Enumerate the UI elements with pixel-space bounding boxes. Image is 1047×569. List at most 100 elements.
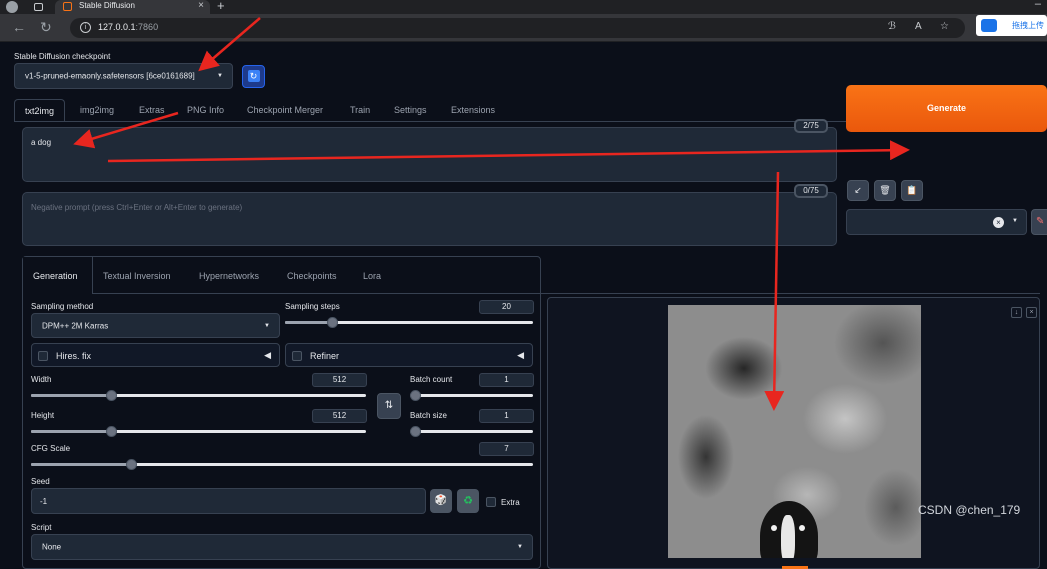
read-aloud-icon[interactable]: A — [915, 21, 922, 32]
cloud-icon — [981, 19, 997, 32]
slider-thumb[interactable] — [126, 459, 137, 470]
cfg-scale-slider[interactable] — [31, 459, 533, 470]
cfg-scale-label: CFG Scale — [31, 444, 71, 453]
slider-thumb[interactable] — [106, 426, 117, 437]
dog-blaze — [781, 515, 795, 558]
script-value: None — [42, 542, 62, 552]
recycle-icon: ♻ — [463, 495, 473, 507]
batch-size-label: Batch size — [410, 411, 447, 420]
batch-size-input[interactable]: 1 — [479, 409, 534, 423]
favorite-star-icon[interactable]: ☆ — [940, 21, 949, 32]
dog-eye — [799, 525, 805, 531]
batch-count-slider[interactable] — [410, 390, 533, 401]
new-tab-button[interactable]: + — [217, 0, 225, 13]
clear-prompt-button[interactable]: 🗑 — [874, 180, 896, 201]
extra-seed-checkbox[interactable] — [486, 497, 496, 507]
dice-icon: 🎲 — [434, 495, 448, 506]
script-dropdown[interactable]: None ▼ — [31, 534, 533, 560]
slider-fill — [285, 321, 332, 324]
refresh-checkpoint-button[interactable]: ↻ — [242, 65, 265, 88]
negative-prompt-input[interactable]: Negative prompt (press Ctrl+Enter or Alt… — [22, 192, 837, 246]
address-bar[interactable]: i 127.0.0.1:7860 ℬ A ☆ — [70, 18, 965, 38]
seed-input[interactable]: -1 — [31, 488, 426, 514]
sampling-steps-input[interactable]: 20 — [479, 300, 534, 314]
slider-thumb[interactable] — [327, 317, 338, 328]
tab-png-info[interactable]: PNG Info — [187, 99, 224, 121]
hires-fix-checkbox[interactable] — [38, 351, 48, 361]
tab-img2img[interactable]: img2img — [80, 99, 114, 121]
tab-train[interactable]: Train — [350, 99, 370, 121]
trash-icon: 🗑 — [879, 185, 891, 195]
apply-styles-button[interactable]: 📋 — [901, 180, 923, 201]
profile-avatar[interactable] — [6, 1, 18, 13]
sub-tabs-divider — [93, 293, 1040, 294]
cfg-scale-input[interactable]: 7 — [479, 442, 534, 456]
info-icon[interactable]: i — [80, 22, 91, 33]
script-label: Script — [31, 523, 52, 532]
generated-dog-image[interactable] — [668, 305, 921, 558]
tab-settings[interactable]: Settings — [394, 99, 427, 121]
reload-icon[interactable]: ↻ — [40, 19, 52, 36]
tab-extras[interactable]: Extras — [139, 99, 165, 121]
refiner-accordion[interactable]: Refiner ◀ — [285, 343, 533, 367]
reuse-seed-button[interactable]: ♻ — [457, 489, 479, 513]
tab-checkpoint-merger[interactable]: Checkpoint Merger — [247, 99, 323, 121]
browser-tab[interactable]: Stable Diffusion × — [55, 0, 210, 14]
tab-title: Stable Diffusion — [79, 1, 135, 10]
styles-dropdown[interactable]: × ▼ — [846, 209, 1027, 235]
batch-count-input[interactable]: 1 — [479, 373, 534, 387]
minimize-icon[interactable]: – — [1035, 0, 1041, 10]
tab-textual-inversion[interactable]: Textual Inversion — [103, 271, 171, 281]
slider-thumb[interactable] — [410, 390, 421, 401]
chevron-down-icon: ▼ — [517, 544, 523, 550]
close-icon[interactable]: × — [198, 0, 204, 11]
refiner-label: Refiner — [310, 351, 340, 361]
tab-hypernetworks[interactable]: Hypernetworks — [199, 271, 259, 281]
prompt-input[interactable]: a dog — [22, 127, 837, 182]
read-params-button[interactable]: ↙ — [847, 180, 869, 201]
close-icon[interactable]: × — [1026, 307, 1037, 318]
slider-fill — [31, 463, 131, 466]
width-input[interactable]: 512 — [312, 373, 367, 387]
slider-thumb[interactable] — [106, 390, 117, 401]
dog-eye — [771, 525, 777, 531]
tab-checkpoints[interactable]: Checkpoints — [287, 271, 337, 281]
sampling-steps-label: Sampling steps — [285, 302, 340, 311]
tab-lora[interactable]: Lora — [363, 271, 381, 281]
chevron-down-icon: ▼ — [1012, 218, 1018, 224]
back-icon[interactable]: ← — [12, 19, 26, 35]
download-icon[interactable]: ↓ — [1011, 307, 1022, 318]
random-seed-button[interactable]: 🎲 — [430, 489, 452, 513]
slider-thumb[interactable] — [410, 426, 421, 437]
seed-value: -1 — [40, 497, 48, 506]
slider-fill — [31, 430, 111, 433]
batch-size-slider[interactable] — [410, 426, 533, 437]
checkpoint-value: v1-5-pruned-emaonly.safetensors [6ce0161… — [25, 71, 195, 81]
url-text: 127.0.0.1:7860 — [98, 22, 159, 32]
clear-icon[interactable]: × — [993, 217, 1004, 228]
edit-styles-button[interactable]: ✎ — [1031, 209, 1047, 235]
sampling-method-dropdown[interactable]: DPM++ 2M Karras ▼ — [31, 313, 280, 338]
hires-fix-label: Hires. fix — [56, 351, 92, 361]
upload-extension-button[interactable]: 拖拽上传 — [976, 15, 1047, 36]
width-label: Width — [31, 375, 52, 384]
tab-extensions[interactable]: Extensions — [451, 99, 495, 121]
hires-fix-accordion[interactable]: Hires. fix ◀ — [31, 343, 280, 367]
checkpoint-dropdown[interactable]: v1-5-pruned-emaonly.safetensors [6ce0161… — [14, 63, 233, 89]
tab-search-icon[interactable] — [34, 3, 43, 11]
sampling-steps-slider[interactable] — [285, 317, 533, 328]
height-input[interactable]: 512 — [312, 409, 367, 423]
height-slider[interactable] — [31, 426, 366, 437]
swap-dimensions-button[interactable]: ⇅ — [377, 393, 401, 419]
collapse-triangle-icon: ◀ — [517, 350, 524, 360]
refiner-checkbox[interactable] — [292, 351, 302, 361]
generate-button[interactable]: Generate — [846, 85, 1047, 132]
translate-icon[interactable]: ℬ — [888, 21, 896, 32]
tab-txt2img[interactable]: txt2img — [14, 99, 66, 121]
clipboard-icon: 📋 — [906, 185, 918, 195]
batch-count-label: Batch count — [410, 375, 453, 384]
address-bar-row: ← ↻ i 127.0.0.1:7860 ℬ A ☆ 拖拽上传 — [0, 14, 1047, 42]
tab-generation[interactable]: Generation — [33, 271, 78, 281]
width-slider[interactable] — [31, 390, 366, 401]
prompt-text: a dog — [31, 138, 52, 147]
